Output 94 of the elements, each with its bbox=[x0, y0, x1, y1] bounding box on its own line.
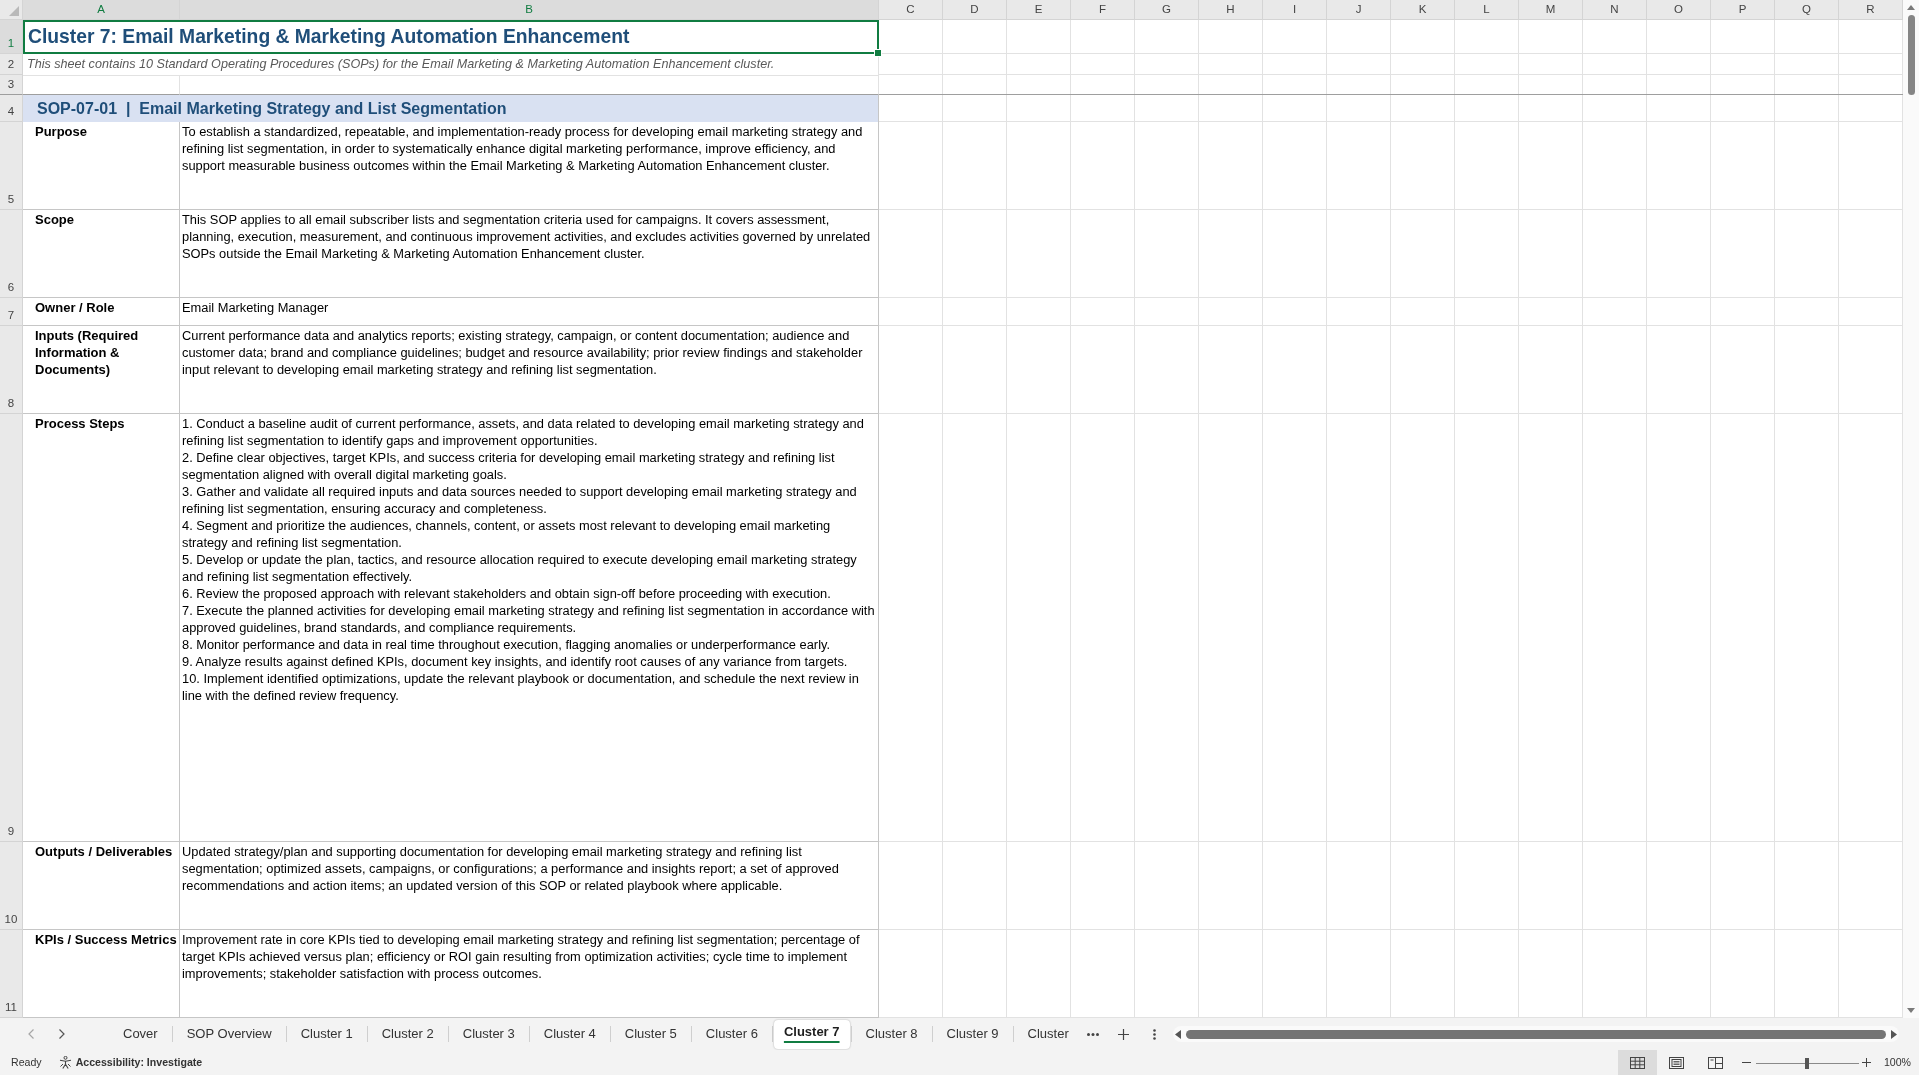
section-header: SOP-07-01 | Email Marketing Strategy and List Segmentation bbox=[23, 95, 879, 122]
column-header[interactable]: C bbox=[879, 0, 943, 20]
status-text: Ready bbox=[11, 1054, 42, 1070]
sheet-tab[interactable]: Cluster 4 bbox=[530, 1019, 609, 1049]
process-step: 1. Conduct a baseline audit of current performance, assets, and data related to developing email marketing strategy and refining list segmentation to identify gaps and improvement opportunities. bbox=[182, 415, 878, 449]
column-header[interactable]: K bbox=[1391, 0, 1455, 20]
row-header[interactable]: 2 bbox=[0, 54, 23, 75]
normal-view-button[interactable] bbox=[1617, 1050, 1657, 1075]
field-label: Inputs (Required Information & Documents) bbox=[35, 327, 140, 378]
accessibility-icon bbox=[58, 1056, 72, 1069]
chevron-left-icon bbox=[28, 1029, 34, 1039]
page-split-icon bbox=[1707, 1056, 1723, 1069]
sheet-tab[interactable]: Cluster 6 bbox=[692, 1019, 771, 1049]
sheet-tab[interactable]: Cluster 3 bbox=[449, 1019, 528, 1049]
sheet-tab[interactable]: Cluster 8 bbox=[852, 1019, 931, 1049]
sheet-tab[interactable]: Cluster 7 bbox=[773, 1019, 850, 1049]
field-label: Purpose bbox=[35, 123, 88, 140]
sheet-title: Cluster 7: Email Marketing & Marketing Automation Enhancement bbox=[28, 24, 630, 49]
column-header[interactable]: N bbox=[1583, 0, 1647, 20]
row-header[interactable]: 1 bbox=[0, 20, 23, 54]
accessibility-button[interactable]: Accessibility: Investigate bbox=[58, 1054, 203, 1071]
field-value: Email Marketing Manager bbox=[182, 299, 330, 316]
row-header[interactable]: 5 bbox=[0, 122, 23, 210]
field-value: To establish a standardized, repeatable, and implementation-ready process for developing email marketing strategy and refining list segmentation, in order to systematically enhance digital marketing performance, improve efficiency, and support measurable business outcomes within the Email Marketing & Marketing Automation Enhancement cluster. bbox=[182, 123, 864, 174]
column-header[interactable]: H bbox=[1199, 0, 1263, 20]
scroll-down-button[interactable] bbox=[1905, 1005, 1917, 1015]
field-value: This SOP applies to all email subscriber lists and segmentation criteria used for campaigns. It covers assessment, planning, execution, measurement, and continuous improvement activities, and excludes activities governed by unrelated SOPs outside the Email Marketing & Marketing Automation Enhancement cluster. bbox=[182, 211, 872, 262]
ellipsis-icon bbox=[1086, 1032, 1099, 1036]
process-step: 7. Execute the planned activities for developing email marketing strategy and refining list segmentation in accordance with approved guidelines, brand standards, and compliance requirements. bbox=[182, 602, 878, 636]
scrollbar-thumb[interactable] bbox=[1907, 15, 1915, 95]
column-header[interactable]: M bbox=[1519, 0, 1583, 20]
page-lines-icon bbox=[1668, 1056, 1684, 1069]
field-value: Improvement rate in core KPIs tied to developing email marketing strategy and refining list segmentation; percentage of target KPIs achieved versus plan; efficiency or ROI gain resulting from optimization activities; cycle time to implement improvements; stakeholder satisfaction with process outcomes. bbox=[182, 931, 861, 982]
triangle-down-icon bbox=[1907, 1007, 1915, 1013]
process-step: 10. Implement identified optimizations, update the relevant playbook or documentation, and schedule the next review in line with the defined review frequency. bbox=[182, 670, 878, 704]
process-step: 9. Analyze results against defined KPIs, document key insights, and identify root causes of any variance from targets. bbox=[182, 653, 878, 670]
sheet-tab[interactable]: Cluster bbox=[1014, 1019, 1082, 1049]
grid-icon bbox=[1629, 1056, 1645, 1069]
minus-icon bbox=[1742, 1062, 1752, 1063]
sheet-tab[interactable]: Cluster 1 bbox=[287, 1019, 366, 1049]
corner-triangle-icon bbox=[9, 6, 19, 16]
column-header[interactable]: P bbox=[1711, 0, 1775, 20]
process-step: 8. Monitor performance and data in real time throughout execution, flagging anomalies or underperformance early. bbox=[182, 636, 878, 653]
column-header[interactable]: Q bbox=[1775, 0, 1839, 20]
process-step: 6. Review the proposed approach with relevant stakeholders and obtain sign-off before proceeding with execution. bbox=[182, 585, 878, 602]
row-header[interactable]: 3 bbox=[0, 75, 23, 95]
process-step: 5. Develop or update the plan, tactics, and resource allocation required to execute developing email marketing strategy and refining list segmentation effectively. bbox=[182, 551, 878, 585]
row-header[interactable]: 4 bbox=[0, 95, 23, 122]
field-value: Updated strategy/plan and supporting documentation for developing email marketing strategy and refining list segmentation; optimized assets, campaigns, or configurations; a performance and insights report; a set of approved recommendations and action items; an updated version of this SOP or related playbook where applicable. bbox=[182, 843, 840, 894]
zoom-slider-thumb[interactable] bbox=[1805, 1057, 1810, 1069]
triangle-right-icon bbox=[1891, 1029, 1897, 1039]
row-header[interactable]: 10 bbox=[0, 842, 23, 930]
chevron-right-icon bbox=[59, 1029, 65, 1039]
sheet-tab[interactable]: Cluster 5 bbox=[611, 1019, 690, 1049]
sheet-tab[interactable]: Cluster 2 bbox=[368, 1019, 447, 1049]
column-header[interactable]: I bbox=[1263, 0, 1327, 20]
process-step: 4. Segment and prioritize the audiences, channels, content, or assets most relevant to developing email marketing strategy and refining list segmentation. bbox=[182, 517, 878, 551]
column-header[interactable]: B bbox=[180, 0, 879, 20]
column-header[interactable]: F bbox=[1071, 0, 1135, 20]
row-header[interactable]: 6 bbox=[0, 210, 23, 298]
column-header[interactable]: L bbox=[1455, 0, 1519, 20]
vertical-ellipsis-icon bbox=[1153, 1028, 1157, 1040]
sheet-tab[interactable]: Cover bbox=[110, 1019, 171, 1049]
sheet-tab[interactable]: SOP Overview bbox=[173, 1019, 285, 1049]
column-header[interactable]: G bbox=[1135, 0, 1199, 20]
column-header[interactable]: R bbox=[1839, 0, 1903, 20]
field-label: Owner / Role bbox=[35, 299, 116, 316]
column-header[interactable]: E bbox=[1007, 0, 1071, 20]
column-header[interactable]: D bbox=[943, 0, 1007, 20]
sheet-description: This sheet contains 10 Standard Operating Procedures (SOPs) for the Email Marketing & Marketing Automation Enhancement cluster. bbox=[27, 56, 775, 74]
plus-icon bbox=[1118, 1028, 1130, 1040]
field-label: Outputs / Deliverables bbox=[35, 843, 174, 860]
row-header[interactable]: 8 bbox=[0, 326, 23, 414]
row-header[interactable]: 7 bbox=[0, 298, 23, 326]
column-header[interactable]: J bbox=[1327, 0, 1391, 20]
sheet-tab[interactable]: Cluster 9 bbox=[933, 1019, 1012, 1049]
row-header[interactable]: 11 bbox=[0, 930, 23, 1018]
field-label: Process Steps bbox=[35, 415, 126, 432]
scroll-right-button[interactable] bbox=[1891, 1028, 1897, 1040]
plus-icon bbox=[1862, 1058, 1872, 1067]
scrollbar-thumb[interactable] bbox=[1185, 1029, 1886, 1039]
triangle-up-icon bbox=[1907, 4, 1915, 10]
fill-handle[interactable] bbox=[874, 49, 882, 57]
column-header[interactable]: A bbox=[23, 0, 180, 20]
process-step: 2. Define clear objectives, target KPIs, and success criteria for developing email marketing strategy and refining list segmentation aligned with overall digital marketing goals. bbox=[182, 449, 878, 483]
process-step: 3. Gather and validate all required inputs and data sources needed to support developing email marketing strategy and refining list segmentation, ensuring accuracy and completeness. bbox=[182, 483, 878, 517]
row-header[interactable]: 9 bbox=[0, 414, 23, 842]
column-header[interactable]: O bbox=[1647, 0, 1711, 20]
scroll-left-button[interactable] bbox=[1174, 1028, 1181, 1040]
field-label: Scope bbox=[35, 211, 75, 228]
zoom-percent-button[interactable]: 100% bbox=[1883, 1054, 1911, 1071]
triangle-left-icon bbox=[1174, 1029, 1181, 1039]
field-label: KPIs / Success Metrics bbox=[35, 931, 178, 948]
field-value: Current performance data and analytics reports; existing strategy, campaign, or content documentation; audience and customer data; brand and compliance guidelines; budget and resource availability; prior review findings and stakeholder input relevant to developing email marketing strategy and refining list segmentation. bbox=[182, 327, 864, 378]
